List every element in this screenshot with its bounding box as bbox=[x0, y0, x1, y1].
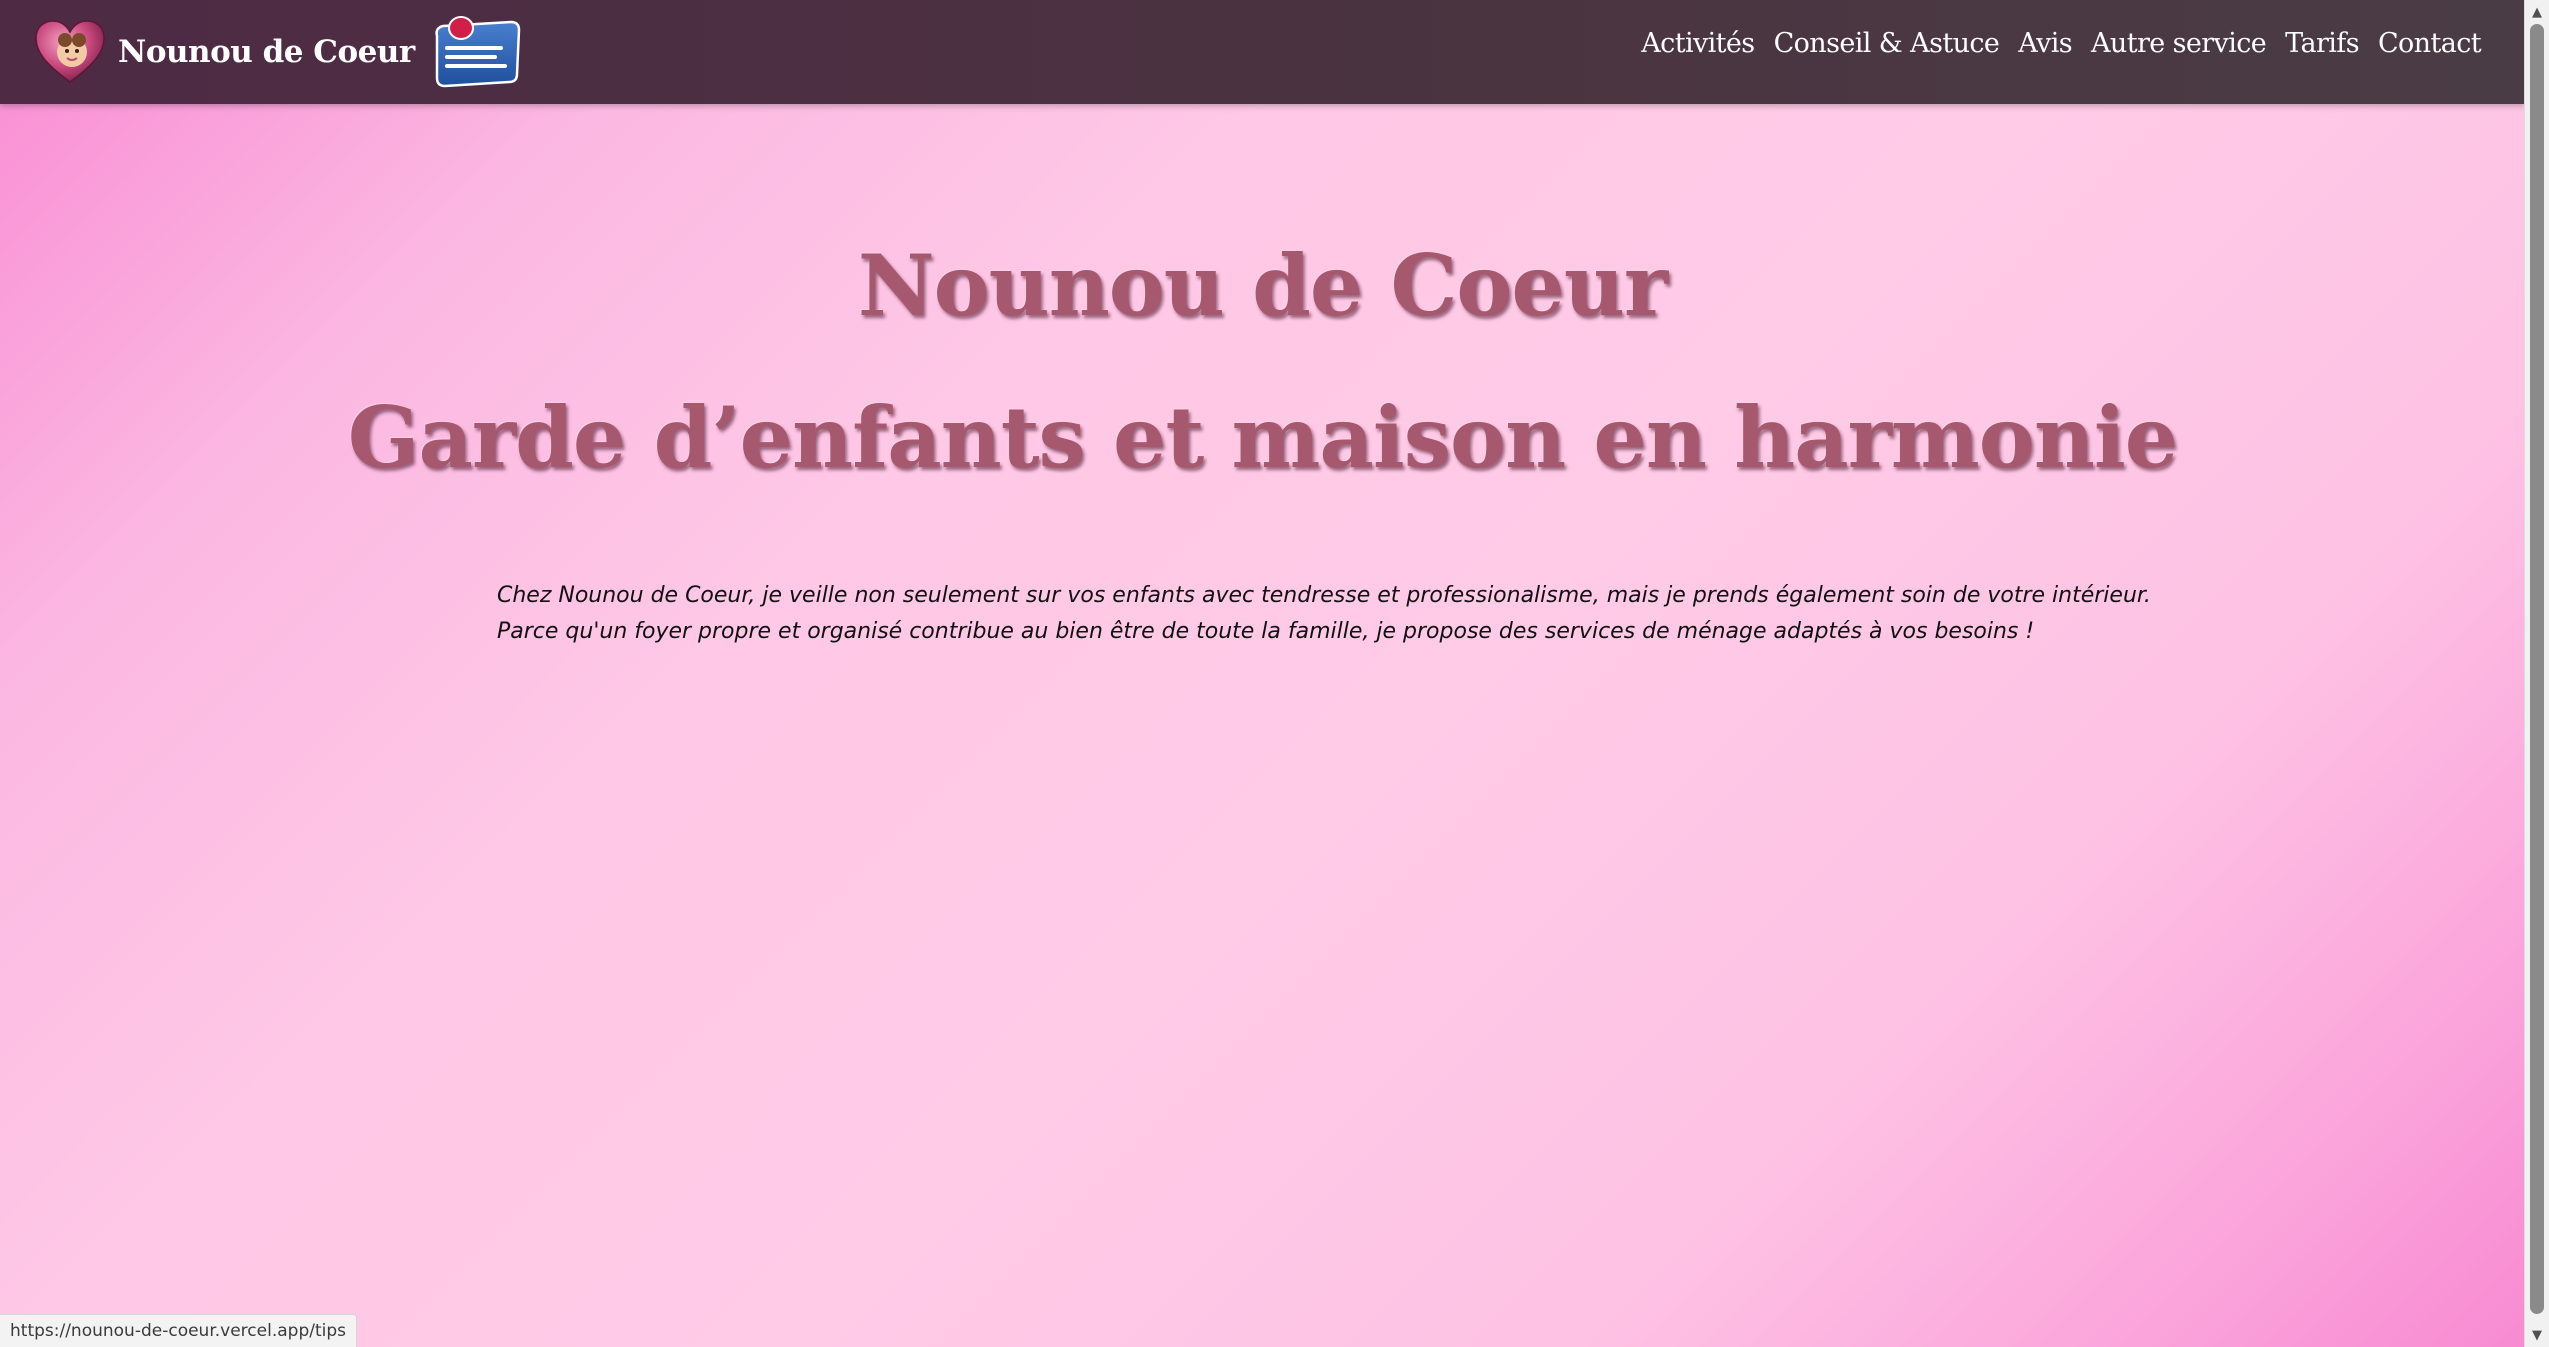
top-navbar: Nounou de Coeur Activités Conseil & Astu… bbox=[0, 0, 2525, 104]
scroll-up-icon[interactable]: ▲ bbox=[2525, 0, 2549, 24]
nav-activites[interactable]: Activités bbox=[1641, 28, 1755, 59]
intro-line-2: Parce qu'un foyer propre et organisé con… bbox=[497, 619, 2035, 644]
page: Nounou de Coeur Activités Conseil & Astu… bbox=[0, 0, 2549, 1347]
brand-name: Nounou de Coeur bbox=[118, 34, 415, 70]
nav-avis[interactable]: Avis bbox=[2018, 28, 2072, 59]
hero-title: Nounou de Coeur bbox=[857, 236, 1668, 335]
intro-paragraph: Chez Nounou de Coeur, je veille non seul… bbox=[497, 578, 2151, 650]
brand-home-link[interactable]: Nounou de Coeur bbox=[34, 14, 523, 90]
scrollbar-thumb[interactable] bbox=[2530, 24, 2544, 1314]
status-bar-url: https://nounou-de-coeur.vercel.app/tips bbox=[0, 1314, 357, 1347]
nav-contact[interactable]: Contact bbox=[2378, 28, 2482, 59]
hero-subtitle: Garde d’enfants et maison en harmonie bbox=[347, 388, 2179, 487]
scroll-down-icon[interactable]: ▼ bbox=[2525, 1323, 2549, 1347]
heart-baby-logo-icon bbox=[35, 20, 105, 83]
services-a-la-personne-logo-icon bbox=[435, 16, 520, 88]
main-nav: Activités Conseil & Astuce Avis Autre se… bbox=[1622, 28, 2481, 59]
nav-conseil-astuce[interactable]: Conseil & Astuce bbox=[1774, 28, 2000, 59]
intro-line-1: Chez Nounou de Coeur, je veille non seul… bbox=[497, 583, 2151, 608]
nav-tarifs[interactable]: Tarifs bbox=[2285, 28, 2359, 59]
nav-autre-service[interactable]: Autre service bbox=[2091, 28, 2267, 59]
vertical-scrollbar[interactable]: ▲ ▼ bbox=[2524, 0, 2549, 1347]
